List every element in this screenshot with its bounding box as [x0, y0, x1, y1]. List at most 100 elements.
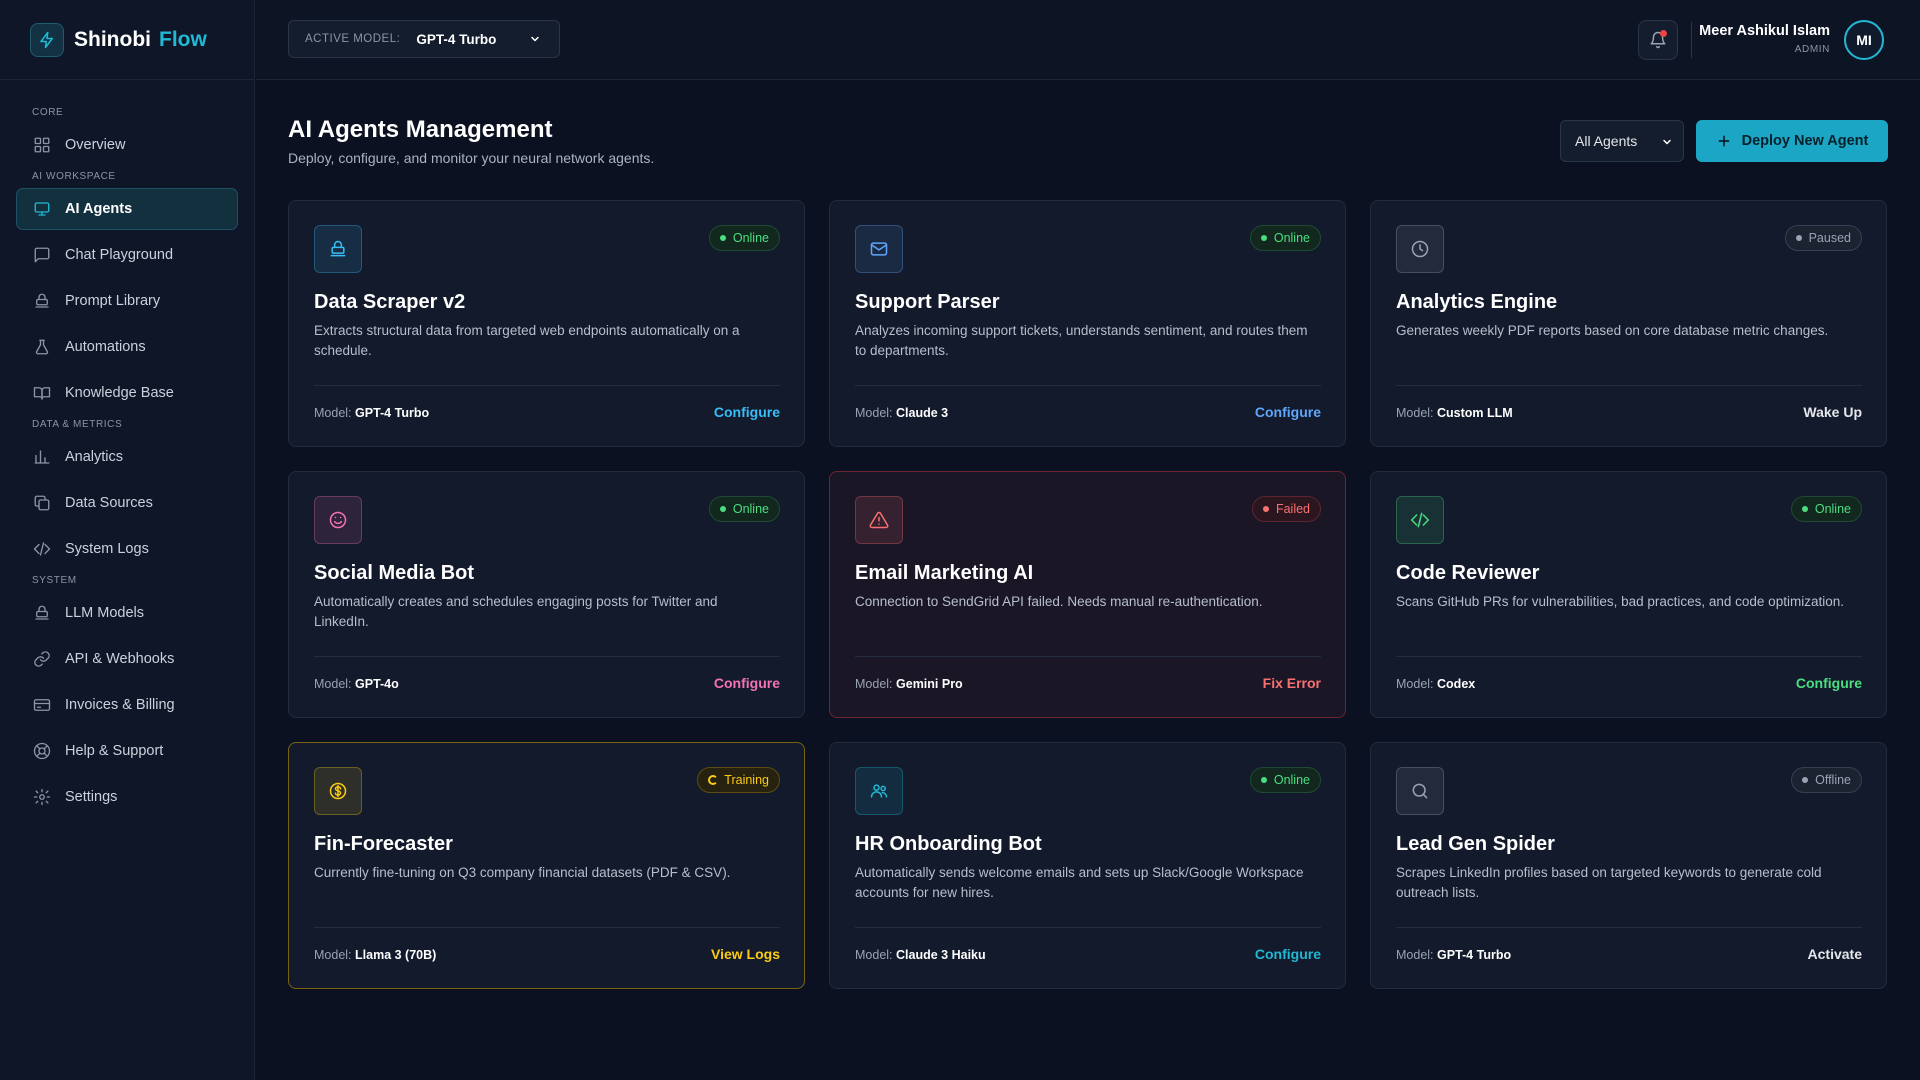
- status-label: Offline: [1815, 773, 1851, 787]
- warning-icon: [855, 496, 903, 544]
- agent-model-label: Model:: [1396, 948, 1434, 962]
- sidebar-item-chat-playground[interactable]: Chat Playground: [16, 234, 238, 276]
- plus-icon: [1716, 133, 1732, 149]
- agent-model-label: Model:: [855, 677, 893, 691]
- sidebar-item-system-logs[interactable]: System Logs: [16, 528, 238, 570]
- sidebar-item-label: Automations: [65, 339, 146, 355]
- configure-button[interactable]: Configure: [714, 675, 780, 691]
- sidebar-item-knowledge-base[interactable]: Knowledge Base: [16, 372, 238, 414]
- agent-model-label: Model:: [855, 948, 893, 962]
- sidebar-item-automations[interactable]: Automations: [16, 326, 238, 368]
- activate-button[interactable]: Activate: [1808, 946, 1862, 962]
- nav-section-ai-workspace: AI WORKSPACE: [32, 171, 116, 182]
- code-icon: [33, 540, 51, 558]
- agent-description: Scans GitHub PRs for vulnerabilities, ba…: [1396, 594, 1844, 609]
- agent-filter-value: All Agents: [1575, 133, 1638, 149]
- active-model-value: GPT-4 Turbo: [416, 31, 497, 47]
- notifications-button[interactable]: [1638, 20, 1678, 60]
- bar-chart-icon: [33, 448, 51, 466]
- sidebar-item-settings[interactable]: Settings: [16, 776, 238, 818]
- status-label: Online: [732, 502, 769, 516]
- status-badge: Online: [1790, 496, 1862, 522]
- sidebar-item-label: Chat Playground: [65, 247, 174, 263]
- status-dot: [1801, 506, 1808, 512]
- agent-model: Model: GPT-4 Turbo: [314, 406, 429, 420]
- status-badge: Failed: [1251, 496, 1321, 522]
- agent-model-value: Custom LLM: [1437, 406, 1513, 420]
- configure-button[interactable]: Configure: [1255, 946, 1321, 962]
- sidebar-item-prompt-library[interactable]: Prompt Library: [16, 280, 238, 322]
- agent-card: Offline Lead Gen Spider Scrapes LinkedIn p…: [1370, 742, 1887, 989]
- deploy-new-agent-button[interactable]: Deploy New Agent: [1696, 120, 1888, 162]
- agent-card: Training Fin-Forecaster Currently fine-tun…: [288, 742, 805, 989]
- status-badge: Online: [708, 496, 780, 522]
- agent-description: Automatically creates and schedules enga…: [314, 594, 718, 629]
- code-icon: [1396, 496, 1444, 544]
- configure-button[interactable]: Configure: [1796, 675, 1862, 691]
- agent-name: HR Onboarding Bot: [855, 833, 1042, 855]
- sidebar-item-label: Prompt Library: [65, 293, 161, 309]
- status-badge: Online: [1249, 767, 1321, 793]
- agent-name: Analytics Engine: [1396, 291, 1558, 313]
- agent-model-value: GPT-4 Turbo: [355, 406, 430, 420]
- sidebar-nav: CORE Overview AI WORKSPACE AI Agents Chat Pl…: [0, 80, 254, 818]
- card-icon: [33, 696, 51, 714]
- stack-icon: [314, 225, 362, 273]
- agent-card: Online Code Reviewer Scans GitHub PRs for …: [1370, 471, 1887, 718]
- dollar-icon: [314, 767, 362, 815]
- nav-section-system: SYSTEM: [32, 575, 77, 586]
- agent-model-value: GPT-4 Turbo: [1437, 948, 1512, 962]
- agent-model: Model: Claude 3 Haiku: [855, 948, 986, 962]
- sidebar-item-data-sources[interactable]: Data Sources: [16, 482, 238, 524]
- sidebar-item-label: Help & Support: [65, 743, 164, 759]
- sidebar-item-api-webhooks[interactable]: API & Webhooks: [16, 638, 238, 680]
- card-divider: [855, 385, 1321, 386]
- nav-section-data-metrics: DATA & METRICS: [32, 419, 123, 430]
- users-icon: [855, 767, 903, 815]
- agent-model-label: Model:: [1396, 677, 1434, 691]
- agent-model: Model: Custom LLM: [1396, 406, 1513, 420]
- nav-section-core: CORE: [32, 107, 64, 118]
- status-dot: [719, 235, 726, 241]
- card-divider: [314, 656, 780, 657]
- page-title: AI Agents Management: [288, 116, 553, 143]
- agent-model-value: Claude 3 Haiku: [896, 948, 986, 962]
- agent-filter-select[interactable]: All Agents: [1560, 120, 1684, 162]
- sidebar-item-llm-models[interactable]: LLM Models: [16, 592, 238, 634]
- brand[interactable]: Shinobi Flow: [0, 0, 254, 80]
- sidebar-item-label: AI Agents: [65, 201, 133, 217]
- avatar[interactable]: MI: [1844, 20, 1884, 60]
- agent-model: Model: Claude 3: [855, 406, 948, 420]
- flask-icon: [33, 338, 51, 356]
- chat-icon: [33, 246, 51, 264]
- notification-dot: [1660, 30, 1667, 37]
- active-model-select[interactable]: ACTIVE MODEL: GPT-4 Turbo: [288, 20, 560, 58]
- sidebar-item-help-support[interactable]: Help & Support: [16, 730, 238, 772]
- grid-icon: [33, 136, 51, 154]
- wake-up-button[interactable]: Wake Up: [1803, 404, 1862, 420]
- deploy-new-agent-label: Deploy New Agent: [1741, 133, 1869, 149]
- sidebar-item-label: System Logs: [65, 541, 149, 557]
- sidebar-item-label: Invoices & Billing: [65, 697, 175, 713]
- agent-model-label: Model:: [314, 406, 352, 420]
- monitor-icon: [33, 200, 51, 218]
- user-role: ADMIN: [1794, 44, 1830, 55]
- agent-model-value: Llama 3 (70B): [355, 948, 437, 962]
- configure-button[interactable]: Configure: [1255, 404, 1321, 420]
- view-logs-button[interactable]: View Logs: [711, 946, 780, 962]
- card-divider: [1396, 385, 1862, 386]
- agent-description: Extracts structural data from targeted w…: [314, 323, 740, 358]
- status-badge: Paused: [1784, 225, 1862, 251]
- sidebar-item-label: Data Sources: [65, 495, 153, 511]
- sidebar-item-ai-agents[interactable]: AI Agents: [16, 188, 238, 230]
- book-icon: [33, 384, 51, 402]
- sidebar-item-overview[interactable]: Overview: [16, 124, 238, 166]
- agent-name: Fin-Forecaster: [314, 833, 453, 855]
- agent-model-value: GPT-4o: [355, 677, 399, 691]
- fix-error-button[interactable]: Fix Error: [1263, 675, 1321, 691]
- sidebar-item-invoices-billing[interactable]: Invoices & Billing: [16, 684, 238, 726]
- configure-button[interactable]: Configure: [714, 404, 780, 420]
- agent-name: Support Parser: [855, 291, 1000, 313]
- stack-icon: [33, 292, 51, 310]
- sidebar-item-analytics[interactable]: Analytics: [16, 436, 238, 478]
